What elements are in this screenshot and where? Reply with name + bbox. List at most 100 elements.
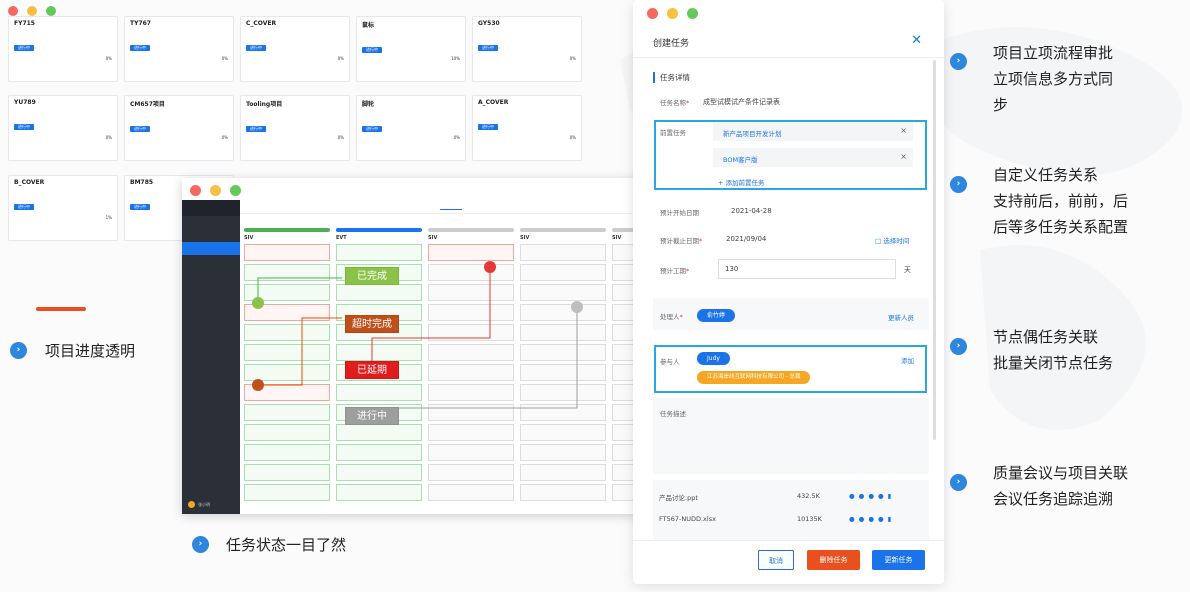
progress-percent: 0% [337,56,344,61]
change-owner-link[interactable]: 更新人员 [888,312,914,322]
project-title: Tooling项目 [246,101,283,108]
project-title: C_COVER [246,20,277,27]
predecessor-item[interactable]: 新产品项目开发计划 × [713,122,913,141]
section-title: 任务详情 [653,72,690,83]
callout-meetings: 质量会议与项目关联 会议任务追踪追溯 [993,464,1129,508]
status-badge: 进行中 [130,204,150,210]
project-card[interactable]: B_COVER 进行中 1% [8,175,118,241]
attachment-row: 产品讨论.ppt 432.5K ●●●●▮ [659,492,919,504]
project-card[interactable]: Tooling项目 进行中 0% [240,95,350,161]
project-card[interactable]: CM657项目 进行中 0% [124,95,234,161]
status-badge: 进行中 [246,126,266,132]
participant-org-tag: 江苏海岸线互联网科技有限公司 - 总裁 [697,371,811,384]
progress-percent: 0% [337,135,344,140]
project-card[interactable]: GY530 进行中 0% [472,16,582,82]
project-card[interactable]: C_COVER 进行中 0% [240,16,350,82]
status-label-delayed: 已延期 [345,361,399,379]
project-card[interactable]: TY767 进行中 0% [124,16,234,82]
progress-percent: 0% [221,135,228,140]
owner-tag[interactable]: 俞竹婷 [697,309,736,322]
choose-time-link[interactable]: □ 选择时间 [875,235,909,245]
project-title: TY767 [130,20,151,27]
project-card[interactable]: YU789 进行中 0% [8,95,118,161]
status-badge: 进行中 [14,45,34,51]
create-task-dialog: 创建任务 ✕ 任务详情 任务名称* 成型试模试产条件记录表 前置任务 新产品项目… [633,0,944,584]
callout-relations: 自定义任务关系 支持前后，前前，后 后等多任务关系配置 [993,166,1129,236]
end-date-label: 预计截止日期 [660,237,699,245]
status-badge: 进行中 [362,47,382,53]
callout-approval: 项目立项流程审批 立项信息多方式同 步 [993,44,1114,114]
status-badge: 进行中 [14,124,34,130]
progress-percent: 0% [453,135,460,140]
chevron-right-icon: › [192,536,209,553]
chevron-right-icon: › [950,176,967,193]
project-card[interactable]: FY715 进行中 0% [8,16,118,82]
delete-task-button[interactable]: 删除任务 [807,550,860,570]
description-label: 任务描述 [660,410,686,418]
end-date-value[interactable]: 2021/09/04 [726,235,766,243]
status-badge: 进行中 [478,45,498,51]
file-size: 10135K [797,515,822,523]
file-name: FT567-NUDD.xlsx [659,515,716,523]
progress-bar [36,307,86,311]
task-name-label: 任务名称 [660,99,686,107]
project-title: YU789 [14,99,36,106]
window-controls [647,8,698,19]
project-title: 脚轮 [362,101,375,108]
attachment-row: FT567-NUDD.xlsx 10135K ●●●●▮ [659,515,919,527]
progress-percent: 1% [105,215,112,220]
cancel-button[interactable]: 取消 [758,550,794,570]
attachments [653,480,929,540]
highlight-participants [654,345,927,393]
predecessor-label: 前置任务 [660,129,686,137]
project-title: A_COVER [478,99,509,106]
kanban-window: 张小明 SIV EVT SIV SIV SIV 已完成 超时完成 已延期 进行中 [182,178,644,514]
scrollbar[interactable] [933,60,936,440]
project-card[interactable]: 鼠标进行中 10% [356,16,466,82]
duration-unit: 天 [904,266,911,274]
status-badge: 进行中 [246,45,266,51]
status-badge: 进行中 [362,126,382,132]
window-controls [8,6,56,16]
add-predecessor-link[interactable]: + 添加前置任务 [718,177,765,187]
progress-percent: 0% [105,135,112,140]
remove-icon[interactable]: × [900,152,907,161]
start-date-value[interactable]: 2021-04-28 [731,207,772,215]
project-title: 鼠标 [362,22,375,29]
project-card[interactable]: A_COVER 进行中 0% [472,95,582,161]
close-icon[interactable]: ✕ [911,33,922,48]
participant-tag[interactable]: Judy [697,352,730,365]
project-card[interactable]: 脚轮进行中 0% [356,95,466,161]
chevron-right-icon: › [950,474,967,491]
status-badge: 进行中 [14,204,34,210]
status-label-completed: 已完成 [345,267,399,285]
file-name: 产品讨论.ppt [659,494,698,502]
owner-label: 处理人 [660,313,680,321]
file-actions-icons[interactable]: ●●●●▮ [849,515,895,523]
update-task-button[interactable]: 更新任务 [872,550,925,570]
add-participant-link[interactable]: 添加 [901,355,914,365]
participants-label: 参与人 [660,358,680,366]
progress-percent: 0% [569,56,576,61]
status-badge: 进行中 [130,126,150,132]
progress-percent: 10% [451,56,460,61]
chevron-right-icon: › [10,342,27,359]
remove-icon[interactable]: × [900,126,907,135]
progress-percent: 0% [569,135,576,140]
callout-nodes: 节点偶任务关联 批量关闭节点任务 [993,328,1114,372]
status-badge: 进行中 [130,45,150,51]
task-name-value[interactable]: 成型试模试产条件记录表 [703,97,780,107]
status-flow-lines [252,261,583,409]
project-title: B_COVER [14,179,45,186]
chevron-right-icon: › [950,53,967,70]
duration-label: 预计工期 [660,267,686,275]
predecessor-item[interactable]: BOM客户版 × [713,148,913,167]
project-title: FY715 [14,20,35,27]
file-actions-icons[interactable]: ●●●●▮ [849,492,895,500]
duration-input[interactable]: 130 [718,259,896,279]
description-area[interactable] [653,398,929,474]
status-label-in-progress: 进行中 [345,407,399,425]
project-title: GY530 [478,20,500,27]
start-date-label: 预计开始日期 [660,209,699,217]
status-badge: 进行中 [478,124,498,130]
